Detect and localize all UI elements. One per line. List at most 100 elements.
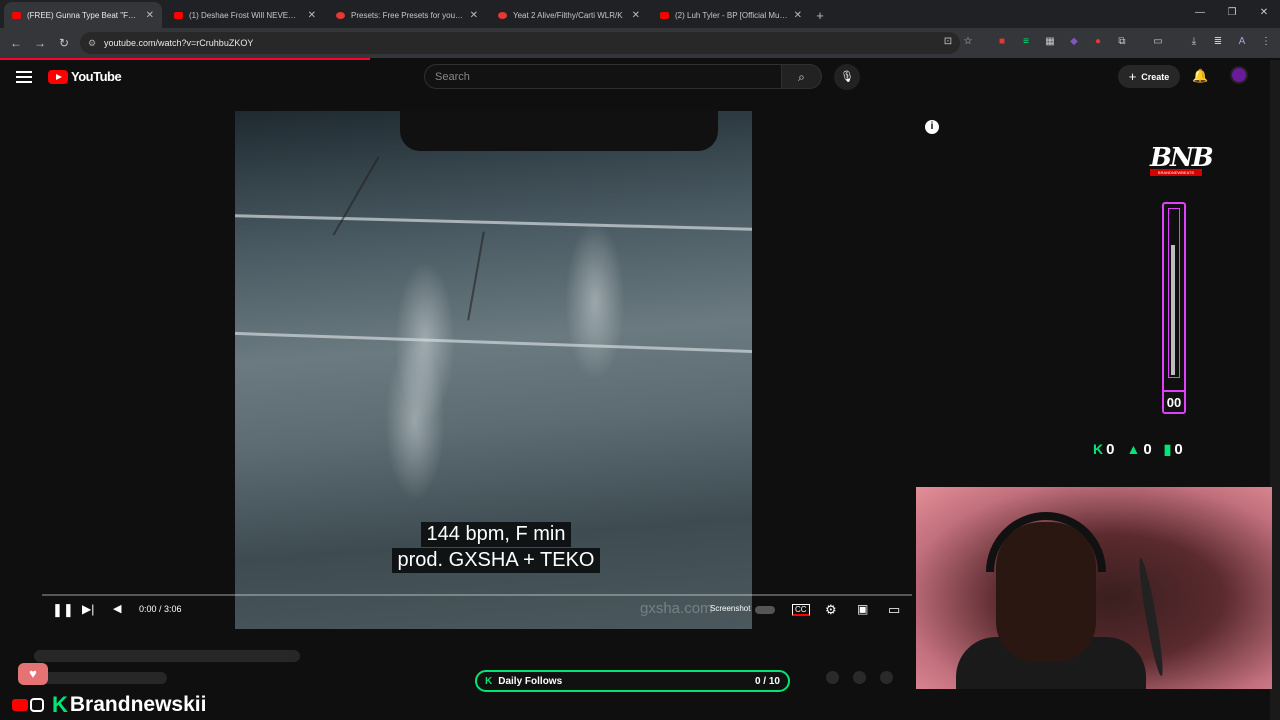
settings-gear-icon[interactable]: ⚙ xyxy=(825,602,837,618)
voice-search-icon[interactable]: 🎙 xyxy=(834,64,860,90)
person-icon: ▲ xyxy=(1126,441,1141,457)
url-text: youtube.com/watch?v=rCruhbuZKOY xyxy=(104,38,254,48)
window-controls: — ❐ ✕ xyxy=(1184,0,1280,28)
logo-text: YouTube xyxy=(71,69,122,84)
pavement-line xyxy=(235,213,752,232)
youtube-favicon-icon xyxy=(174,11,183,19)
light-reflection xyxy=(565,221,625,381)
meter-track xyxy=(1168,208,1180,378)
install-app-icon[interactable]: ⊡ xyxy=(940,34,956,50)
pause-icon[interactable]: ❚❚ xyxy=(52,602,74,618)
address-bar[interactable]: ⚙ youtube.com/watch?v=rCruhbuZKOY xyxy=(80,32,960,54)
daily-label: Daily Follows xyxy=(498,675,563,687)
browser-tab-4[interactable]: (2) Luh Tyler - BP [Official Music ✕ xyxy=(652,2,810,28)
daily-follows-bar: K Daily Follows 0 / 10 xyxy=(475,670,790,692)
stat-value: 0 xyxy=(1143,440,1152,458)
search-button[interactable]: ⌕ xyxy=(781,64,822,89)
placeholder-dot xyxy=(826,671,839,684)
tab-title: (1) Deshae Frost Will NEVER No xyxy=(189,10,302,20)
minimize-icon[interactable]: — xyxy=(1184,0,1216,28)
close-icon[interactable]: ✕ xyxy=(632,10,640,21)
pavement-crack xyxy=(467,231,485,321)
close-icon[interactable]: ✕ xyxy=(794,10,802,21)
pavement-crack xyxy=(332,156,380,236)
stat-value: 0 xyxy=(1174,440,1183,458)
caption-line: prod. GXSHA + TEKO xyxy=(391,548,601,573)
tab-title: (FREE) Gunna Type Beat "Forgo xyxy=(27,10,140,20)
site-info-icon[interactable]: ⚙ xyxy=(88,38,96,49)
time-display: 0:00 / 3:06 xyxy=(139,604,182,614)
extension-icon[interactable]: ■ xyxy=(994,34,1010,50)
search-placeholder: Search xyxy=(435,70,470,83)
notifications-bell-icon[interactable]: 🔔 xyxy=(1192,68,1208,84)
youtube-logo[interactable]: YouTube xyxy=(48,69,122,84)
extension-icon[interactable]: ◆ xyxy=(1066,34,1082,50)
placeholder-dot xyxy=(853,671,866,684)
site-favicon-icon xyxy=(498,11,507,19)
tab-search-icon[interactable]: ▭ xyxy=(1150,34,1166,50)
loading-placeholder xyxy=(34,672,167,684)
video-caption: 144 bpm, F min prod. GXSHA + TEKO xyxy=(386,522,606,573)
volume-icon[interactable]: ◀ xyxy=(113,602,121,615)
daily-value: 0 / 10 xyxy=(754,675,780,687)
tab-title: Yeat 2 Alive/Filthy/Carti WLR/K xyxy=(513,10,623,20)
profile-icon[interactable]: A xyxy=(1234,34,1250,50)
stat-value: 0 xyxy=(1106,440,1115,458)
next-icon[interactable]: ▶| xyxy=(82,602,94,616)
plus-icon: + xyxy=(1128,69,1137,84)
forward-arrow-icon[interactable]: → xyxy=(28,36,52,50)
subtitles-cc-icon[interactable]: CC xyxy=(792,604,810,616)
bookmark-star-icon[interactable]: ☆ xyxy=(960,34,976,50)
heart-icon: ♥ xyxy=(18,663,48,685)
bars-icon: ▮ xyxy=(1163,440,1172,457)
browser-tab-0[interactable]: (FREE) Gunna Type Beat "Forgo ✕ xyxy=(4,2,162,28)
close-icon[interactable]: ✕ xyxy=(308,10,316,21)
browser-tab-1[interactable]: (1) Deshae Frost Will NEVER No ✕ xyxy=(166,2,324,28)
logo-text: BNB xyxy=(1150,143,1214,173)
browser-tab-strip: (FREE) Gunna Type Beat "Forgo ✕ (1) Desh… xyxy=(0,0,1280,28)
browser-tab-2[interactable]: Presets: Free Presets for your M ✕ xyxy=(328,2,486,28)
create-button[interactable]: + Create xyxy=(1118,65,1180,88)
download-icon[interactable]: ⤓ xyxy=(1186,34,1202,50)
light-reflection xyxy=(385,341,445,501)
video-scrubber[interactable] xyxy=(42,594,912,596)
kick-icon: K xyxy=(485,675,493,687)
hamburger-menu-icon[interactable] xyxy=(16,71,32,83)
tab-title: Presets: Free Presets for your M xyxy=(351,10,464,20)
close-window-icon[interactable]: ✕ xyxy=(1248,0,1280,28)
kick-icon: K xyxy=(52,692,68,717)
caption-line: 144 bpm, F min xyxy=(420,522,572,547)
restore-icon[interactable]: ❐ xyxy=(1216,0,1248,28)
back-arrow-icon[interactable]: ← xyxy=(4,36,28,50)
car-silhouette xyxy=(400,111,718,151)
youtube-icon xyxy=(12,699,28,711)
meter-fill xyxy=(1171,245,1175,375)
miniplayer-icon[interactable]: ▣ xyxy=(857,602,868,616)
new-tab-button[interactable]: + xyxy=(810,2,830,28)
create-label: Create xyxy=(1141,71,1170,82)
info-icon[interactable]: i xyxy=(925,120,939,134)
media-control-icon[interactable]: ≣ xyxy=(1210,34,1226,50)
stream-stats: K 0 ▲ 0 ▮ 0 xyxy=(1093,440,1183,458)
extension-icon[interactable]: ≡ xyxy=(1018,34,1034,50)
search-input[interactable]: Search xyxy=(424,64,782,89)
loading-placeholder xyxy=(34,650,300,662)
avatar[interactable] xyxy=(1230,66,1248,84)
close-icon[interactable]: ✕ xyxy=(470,10,478,21)
player-controls: ❚❚ ▶| ◀ 0:00 / 3:06 Screenshot CC ⚙ ▣ ▭ xyxy=(40,602,912,622)
extension-icon[interactable]: ▦ xyxy=(1042,34,1058,50)
youtube-favicon-icon xyxy=(660,11,669,19)
tab-title: (2) Luh Tyler - BP [Official Music xyxy=(675,10,788,20)
meter-count: 00 xyxy=(1164,390,1184,412)
extensions-puzzle-icon[interactable]: ⧉ xyxy=(1114,34,1130,50)
screenshot-toggle[interactable] xyxy=(755,606,775,614)
close-icon[interactable]: ✕ xyxy=(146,10,154,21)
theater-mode-icon[interactable]: ▭ xyxy=(888,602,900,618)
browser-tab-3[interactable]: Yeat 2 Alive/Filthy/Carti WLR/K ✕ xyxy=(490,2,648,28)
pavement-line xyxy=(235,331,752,354)
extension-icon[interactable]: ● xyxy=(1090,34,1106,50)
youtube-header: YouTube Search ⌕ 🎙 + Create 🔔 xyxy=(0,60,1280,100)
menu-kebab-icon[interactable]: ⋮ xyxy=(1258,34,1274,50)
webcam-feed xyxy=(916,487,1272,689)
reload-icon[interactable]: ↻ xyxy=(52,36,76,50)
